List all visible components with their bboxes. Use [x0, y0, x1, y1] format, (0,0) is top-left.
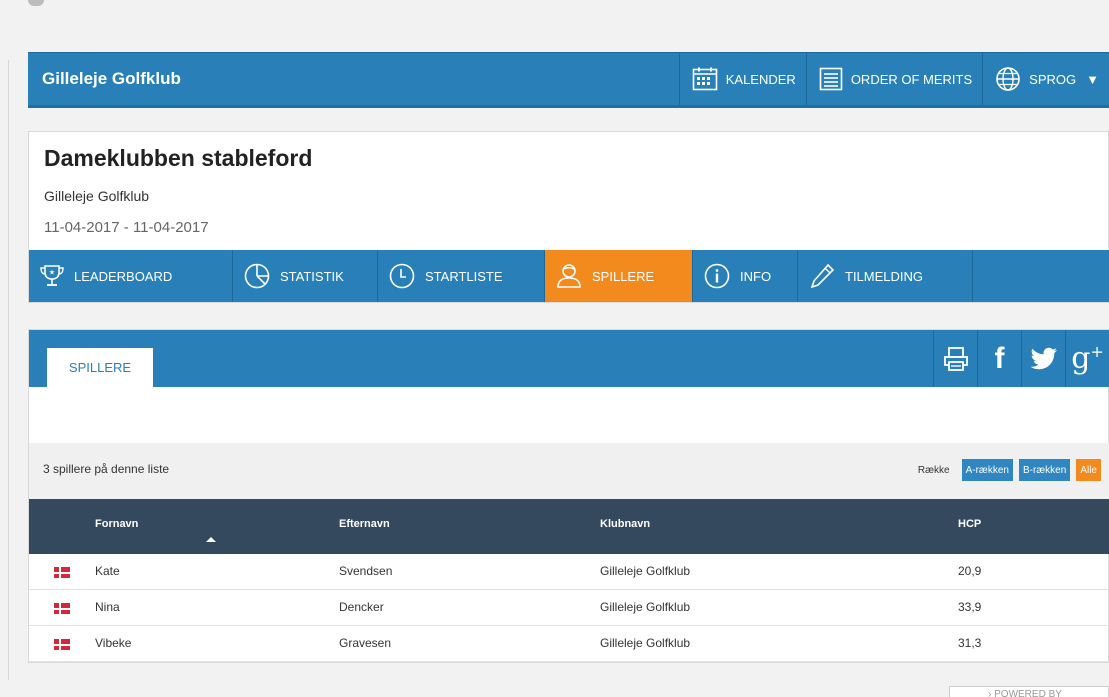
denmark-flag-icon	[54, 639, 70, 650]
panel-toolbar: SPILLERE f g+	[29, 330, 1109, 387]
cell-efternavn: Gravesen	[339, 636, 392, 650]
clock-icon	[389, 263, 415, 289]
filter-b-raekken[interactable]: B-rækken	[1018, 459, 1071, 481]
powered-arrow-icon: ›	[988, 689, 992, 697]
nav-sprog[interactable]: SPROG ▼	[982, 53, 1109, 105]
nav-kalender-label: KALENDER	[725, 71, 796, 87]
table-row[interactable]: Vibeke Gravesen Gilleleje Golfklub 31,3	[29, 626, 1109, 662]
list-icon	[819, 67, 843, 91]
svg-text:★: ★	[49, 269, 55, 277]
print-icon	[943, 346, 968, 371]
tab-info-label: INFO	[740, 268, 772, 284]
filter-a-raekken[interactable]: A-rækken	[961, 459, 1013, 481]
chevron-down-icon: ▼	[1086, 71, 1099, 87]
header-nav: KALENDER ORDER OF MERITS SPROG ▼	[678, 53, 1109, 105]
facebook-button[interactable]: f	[977, 330, 1021, 387]
page-border	[8, 60, 9, 680]
cell-fornavn: Nina	[95, 600, 120, 614]
tab-startliste-label: STARTLISTE	[425, 268, 503, 284]
tab-tilmelding-label: TILMELDING	[845, 268, 924, 284]
cell-efternavn: Dencker	[339, 600, 384, 614]
calendar-icon	[692, 67, 718, 91]
event-club: Gilleleje Golfklub	[44, 188, 150, 204]
filter-row: 3 spillere på denne liste Række A-rækken…	[29, 443, 1109, 499]
tab-statistik[interactable]: STATISTIK	[233, 250, 378, 302]
denmark-flag-icon	[54, 603, 70, 614]
filter-alle[interactable]: Alle	[1076, 459, 1101, 481]
tab-leaderboard-label: LEADERBOARD	[74, 268, 173, 284]
event-card: Dameklubben stableford Gilleleje Golfklu…	[28, 131, 1109, 303]
cell-klubnavn: Gilleleje Golfklub	[600, 636, 691, 650]
col-hcp[interactable]: HCP	[958, 518, 981, 530]
tab-info[interactable]: INFO	[693, 250, 798, 302]
sort-asc-icon	[206, 537, 216, 542]
event-tabs: ★ LEADERBOARD STATISTIK STARTLISTE SPILL…	[29, 250, 1109, 302]
event-date: 11-04-2017 - 11-04-2017	[44, 219, 209, 236]
cell-fornavn: Vibeke	[95, 636, 132, 650]
table-row[interactable]: Nina Dencker Gilleleje Golfklub 33,9	[29, 590, 1109, 626]
nav-kalender[interactable]: KALENDER	[678, 53, 806, 105]
google-plus-icon: g+	[1071, 341, 1104, 376]
col-efternavn[interactable]: Efternavn	[339, 518, 390, 530]
subtab-spillere[interactable]: SPILLERE	[47, 348, 153, 387]
player-count: 3 spillere på denne liste	[43, 462, 170, 476]
twitter-button[interactable]	[1021, 330, 1065, 387]
trophy-icon: ★	[40, 265, 64, 286]
powered-by-link[interactable]: › POWERED BY	[949, 686, 1109, 697]
denmark-flag-icon	[54, 567, 70, 578]
cell-efternavn: Svendsen	[339, 564, 393, 578]
col-klubnavn[interactable]: Klubnavn	[600, 518, 650, 530]
cell-klubnavn: Gilleleje Golfklub	[600, 564, 691, 578]
cell-hcp: 33,9	[958, 600, 982, 614]
top-indicator	[28, 0, 44, 6]
nav-order-of-merits[interactable]: ORDER OF MERITS	[805, 53, 982, 105]
tabs-filler	[973, 250, 1109, 302]
google-plus-button[interactable]: g+	[1065, 330, 1109, 387]
table-row[interactable]: Kate Svendsen Gilleleje Golfklub 20,9	[29, 554, 1109, 590]
powered-label: POWERED BY	[994, 689, 1062, 697]
user-icon	[557, 264, 581, 288]
tab-tilmelding[interactable]: TILMELDING	[798, 250, 973, 302]
pen-icon	[810, 263, 835, 289]
cell-fornavn: Kate	[95, 564, 120, 578]
tab-spillere[interactable]: SPILLERE	[545, 250, 693, 302]
tab-startliste[interactable]: STARTLISTE	[378, 250, 545, 302]
cell-hcp: 31,3	[958, 636, 982, 650]
nav-order-of-merits-label: ORDER OF MERITS	[850, 71, 973, 87]
facebook-icon: f	[994, 341, 1005, 375]
row-filters: Række A-rækken B-rækken Alle	[918, 459, 1101, 481]
print-button[interactable]	[933, 330, 977, 387]
table-header: Fornavn Efternavn Klubnavn HCP	[29, 499, 1109, 554]
globe-icon	[996, 67, 1020, 91]
tab-statistik-label: STATISTIK	[280, 268, 344, 284]
club-brand[interactable]: Gilleleje Golfklub	[28, 69, 679, 89]
nav-sprog-label: SPROG	[1029, 71, 1077, 87]
col-fornavn[interactable]: Fornavn	[95, 518, 138, 530]
info-icon	[704, 263, 730, 289]
event-title: Dameklubben stableford	[44, 145, 313, 171]
site-header: Gilleleje Golfklub KALENDER ORDER OF MER…	[28, 52, 1109, 108]
pie-chart-icon	[244, 263, 270, 289]
cell-klubnavn: Gilleleje Golfklub	[600, 600, 691, 614]
cell-hcp: 20,9	[958, 564, 982, 578]
share-buttons: f g+	[933, 330, 1109, 387]
tab-leaderboard[interactable]: ★ LEADERBOARD	[29, 250, 233, 302]
tab-spillere-label: SPILLERE	[592, 268, 655, 284]
twitter-icon	[1030, 347, 1057, 369]
filter-label: Række	[917, 464, 950, 476]
players-panel: SPILLERE f g+ 3 spillere på denne liste …	[28, 329, 1109, 663]
